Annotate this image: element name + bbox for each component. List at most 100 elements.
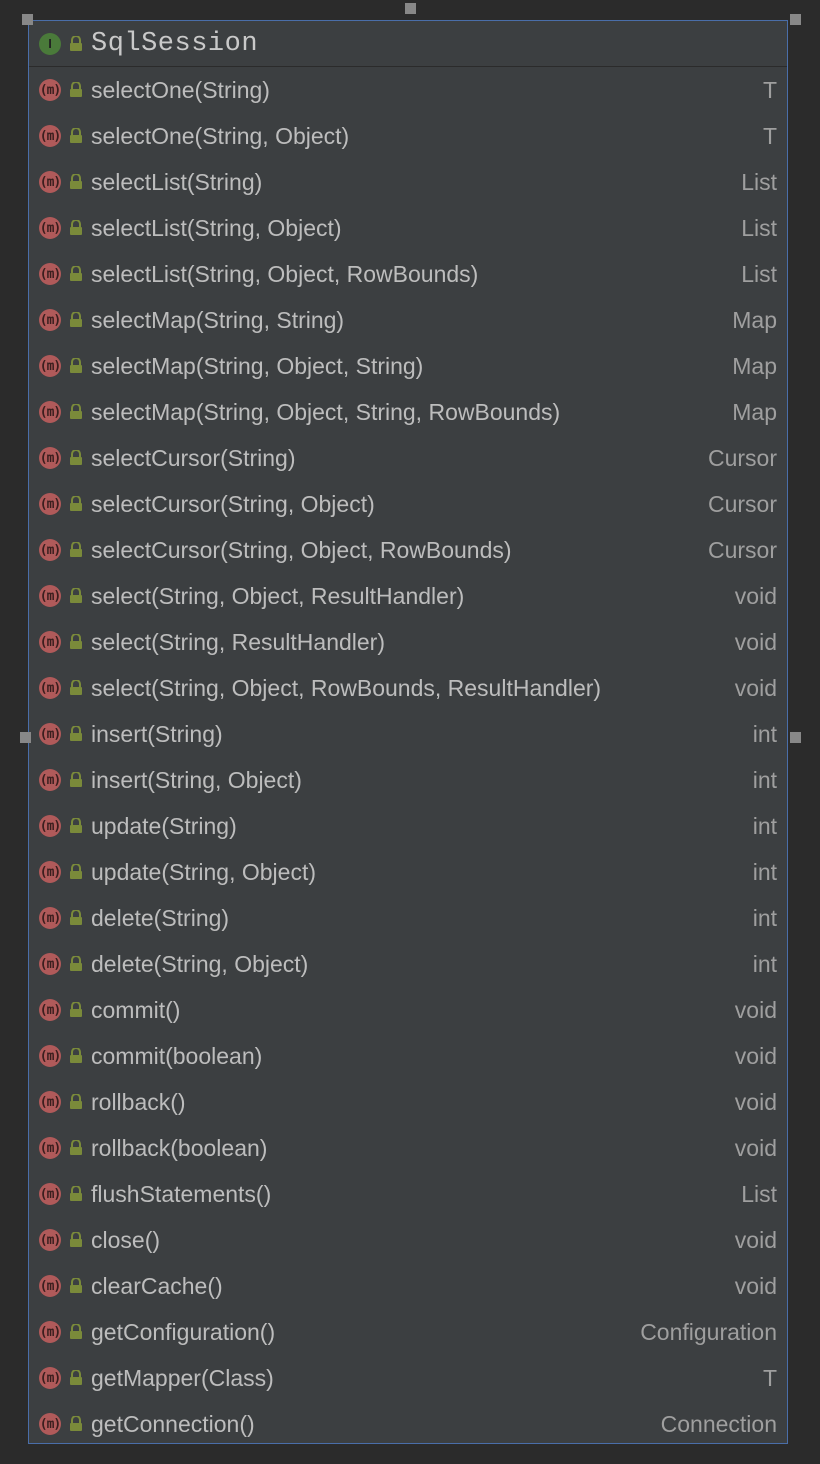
method-row[interactable]: (m) select(String, Object, RowBounds, Res… bbox=[29, 665, 787, 711]
method-icon: (m) bbox=[39, 1045, 61, 1067]
method-row[interactable]: (m)selectMap(String, Object, String, Row… bbox=[29, 389, 787, 435]
selection-handle bbox=[405, 3, 416, 14]
method-signature: flushStatements() bbox=[91, 1181, 725, 1208]
structure-panel: I SqlSession (m)selectOne(String)T(m)sel… bbox=[28, 20, 788, 1444]
method-icon: (m) bbox=[39, 171, 61, 193]
method-row[interactable]: (m)selectCursor(String, Object)Cursor bbox=[29, 481, 787, 527]
method-icon: (m) bbox=[39, 217, 61, 239]
method-signature: clearCache() bbox=[91, 1273, 719, 1300]
method-signature: select(String, Object, ResultHandler) bbox=[91, 583, 719, 610]
class-header[interactable]: I SqlSession bbox=[29, 21, 787, 67]
method-row[interactable]: (m)insert(String)int bbox=[29, 711, 787, 757]
method-icon: (m) bbox=[39, 1183, 61, 1205]
return-type: Map bbox=[732, 353, 777, 380]
visibility-icon bbox=[69, 1416, 83, 1432]
visibility-icon bbox=[69, 82, 83, 98]
method-row[interactable]: (m)flushStatements()List bbox=[29, 1171, 787, 1217]
method-row[interactable]: (m)rollback()void bbox=[29, 1079, 787, 1125]
return-type: void bbox=[735, 1089, 777, 1116]
visibility-icon bbox=[69, 680, 83, 696]
method-signature: delete(String, Object) bbox=[91, 951, 737, 978]
method-row[interactable]: (m)delete(String)int bbox=[29, 895, 787, 941]
method-list: (m) selectOne(String) T (m) selectOne(String… bbox=[29, 67, 787, 1444]
return-type: Cursor bbox=[708, 491, 777, 518]
method-row[interactable]: (m)selectMap(String, String)Map bbox=[29, 297, 787, 343]
method-row[interactable]: (m) selectMap(String, Object, String) Map bbox=[29, 343, 787, 389]
visibility-icon bbox=[69, 312, 83, 328]
visibility-icon bbox=[69, 174, 83, 190]
method-row[interactable]: (m)rollback(boolean)void bbox=[29, 1125, 787, 1171]
method-signature: selectOne(String, Object) bbox=[91, 123, 747, 150]
method-icon: (m) bbox=[39, 907, 61, 929]
visibility-icon bbox=[69, 266, 83, 282]
return-type: void bbox=[735, 675, 777, 702]
selection-handle bbox=[20, 732, 31, 743]
method-icon: (m) bbox=[39, 1091, 61, 1113]
method-signature: selectCursor(String, Object) bbox=[91, 491, 692, 518]
method-signature: getMapper(Class) bbox=[91, 1365, 747, 1392]
return-type: void bbox=[735, 1043, 777, 1070]
method-icon: (m) bbox=[39, 355, 61, 377]
selection-handle bbox=[790, 732, 801, 743]
return-type: Cursor bbox=[708, 537, 777, 564]
method-row[interactable]: (m)getConnection()Connection bbox=[29, 1401, 787, 1444]
return-type: T bbox=[763, 123, 777, 150]
method-row[interactable]: (m)selectCursor(String, Object, RowBound… bbox=[29, 527, 787, 573]
visibility-icon bbox=[69, 542, 83, 558]
method-icon: (m) bbox=[39, 585, 61, 607]
method-icon: (m) bbox=[39, 723, 61, 745]
return-type: T bbox=[763, 77, 777, 104]
method-signature: selectList(String, Object, RowBounds) bbox=[91, 261, 725, 288]
return-type: int bbox=[753, 767, 777, 794]
return-type: int bbox=[753, 813, 777, 840]
return-type: Cursor bbox=[708, 445, 777, 472]
visibility-icon bbox=[69, 128, 83, 144]
method-row[interactable]: (m)delete(String, Object)int bbox=[29, 941, 787, 987]
visibility-icon bbox=[69, 1370, 83, 1386]
method-row[interactable]: (m)insert(String, Object)int bbox=[29, 757, 787, 803]
method-row[interactable]: (m)selectOne(String)T bbox=[29, 67, 787, 113]
method-icon: (m) bbox=[39, 1229, 61, 1251]
visibility-icon bbox=[69, 772, 83, 788]
return-type: int bbox=[753, 905, 777, 932]
method-row[interactable]: (m)selectList(String, Object, RowBounds)… bbox=[29, 251, 787, 297]
method-signature: update(String, Object) bbox=[91, 859, 737, 886]
method-signature: select(String, Object, RowBounds, Result… bbox=[91, 675, 719, 702]
method-row[interactable]: (m)commit()void bbox=[29, 987, 787, 1033]
return-type: void bbox=[735, 583, 777, 610]
method-signature: selectOne(String) bbox=[91, 77, 747, 104]
method-signature: selectMap(String, Object, String, RowBou… bbox=[91, 399, 716, 426]
method-signature: selectMap(String, Object, String) bbox=[91, 353, 716, 380]
visibility-icon bbox=[69, 1048, 83, 1064]
visibility-icon bbox=[69, 358, 83, 374]
return-type: void bbox=[735, 629, 777, 656]
return-type: int bbox=[753, 951, 777, 978]
method-row[interactable]: (m) select(String, Object, ResultHandler)… bbox=[29, 573, 787, 619]
method-icon: (m) bbox=[39, 1321, 61, 1343]
method-signature: close() bbox=[91, 1227, 719, 1254]
return-type: Map bbox=[732, 307, 777, 334]
method-icon: (m) bbox=[39, 1275, 61, 1297]
method-row[interactable]: (m)update(String)int bbox=[29, 803, 787, 849]
return-type: List bbox=[741, 169, 777, 196]
method-row[interactable]: (m) close() void bbox=[29, 1217, 787, 1263]
method-signature: getConnection() bbox=[91, 1411, 645, 1438]
method-row[interactable]: (m)getMapper(Class)T bbox=[29, 1355, 787, 1401]
method-signature: rollback(boolean) bbox=[91, 1135, 719, 1162]
method-row[interactable]: (m)select(String, ResultHandler)void bbox=[29, 619, 787, 665]
method-row[interactable]: (m)selectList(String, Object)List bbox=[29, 205, 787, 251]
method-row[interactable]: (m)commit(boolean)void bbox=[29, 1033, 787, 1079]
method-row[interactable]: (m)clearCache()void bbox=[29, 1263, 787, 1309]
method-row[interactable]: (m)update(String, Object)int bbox=[29, 849, 787, 895]
method-row[interactable]: (m)selectList(String)List bbox=[29, 159, 787, 205]
method-row[interactable]: (m)selectCursor(String)Cursor bbox=[29, 435, 787, 481]
method-row[interactable]: (m)selectOne(String, Object)T bbox=[29, 113, 787, 159]
method-icon: (m) bbox=[39, 677, 61, 699]
method-row[interactable]: (m)getConfiguration()Configuration bbox=[29, 1309, 787, 1355]
method-icon: (m) bbox=[39, 861, 61, 883]
method-icon: (m) bbox=[39, 631, 61, 653]
return-type: int bbox=[753, 721, 777, 748]
visibility-icon bbox=[69, 1140, 83, 1156]
return-type: void bbox=[735, 1227, 777, 1254]
visibility-icon bbox=[69, 956, 83, 972]
